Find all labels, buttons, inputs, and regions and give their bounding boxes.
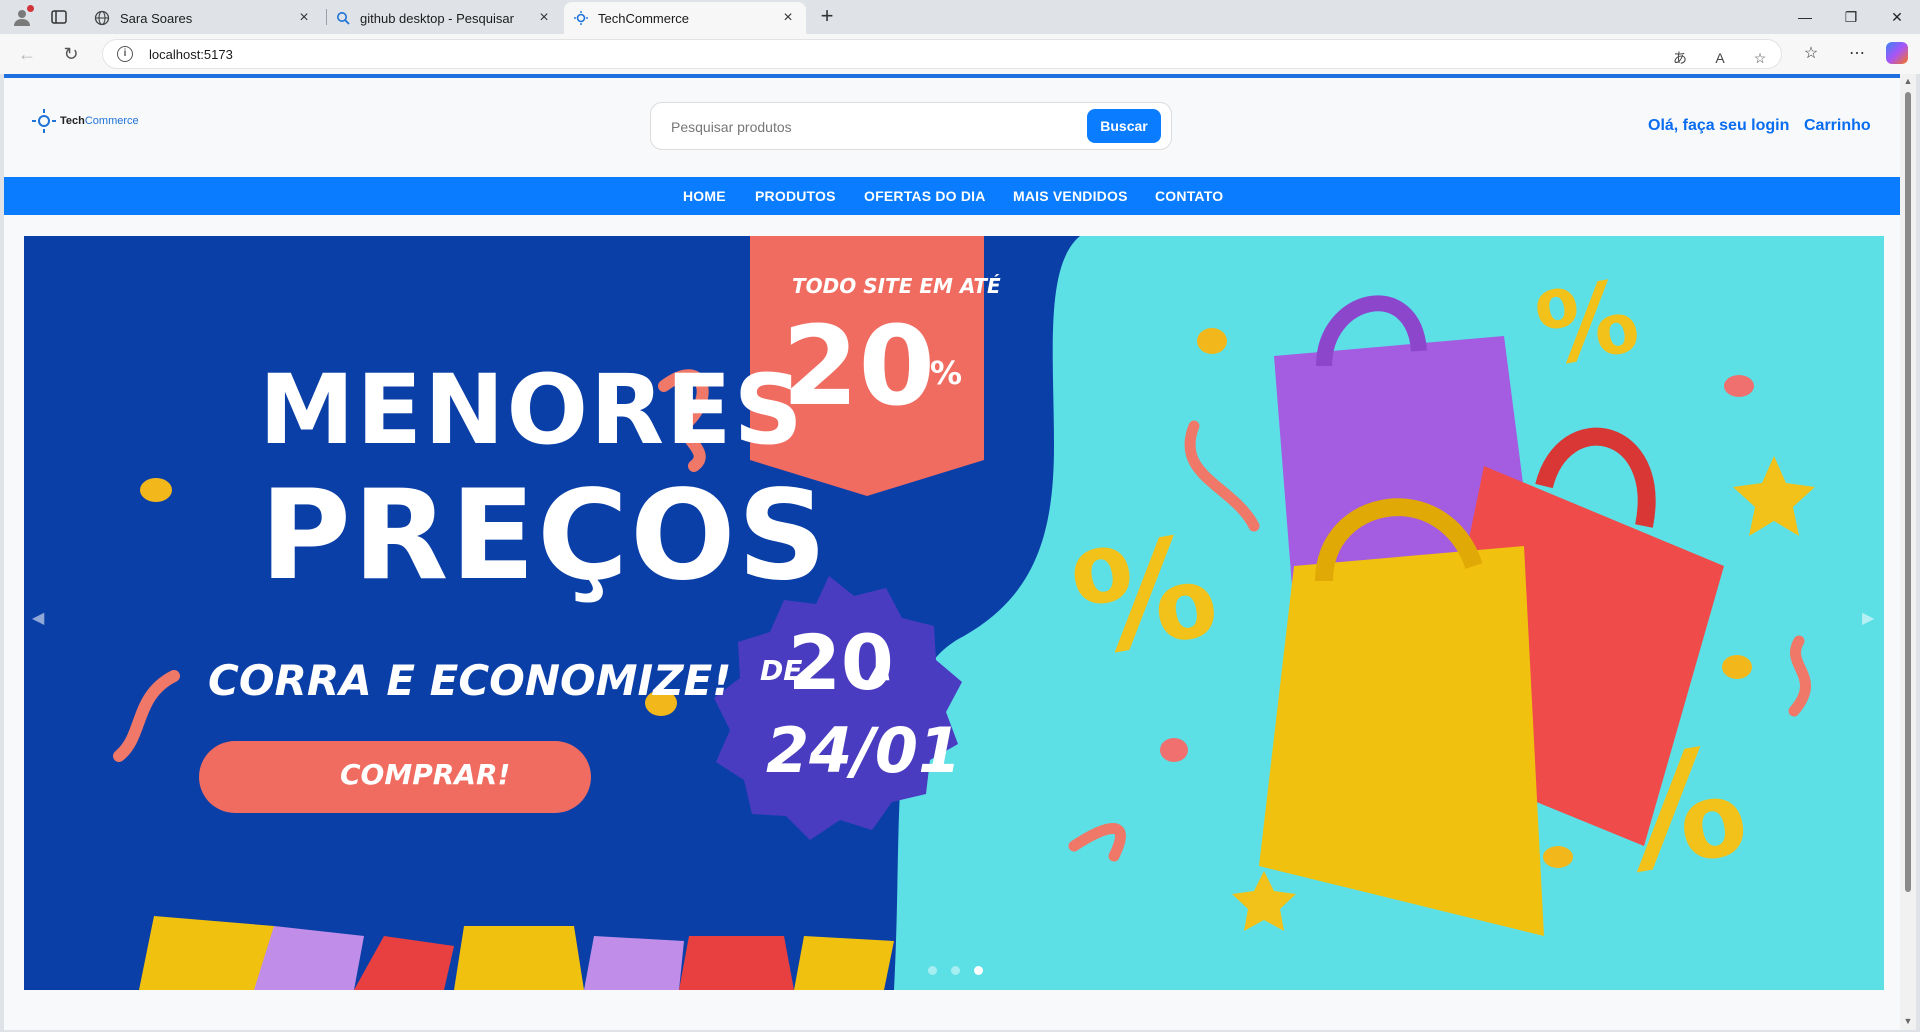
comprar-button[interactable]: COMPRAR! <box>340 758 510 791</box>
globe-icon <box>94 10 110 26</box>
main-navigation: HOME PRODUTOS OFERTAS DO DIA MAIS VENDID… <box>4 177 1900 215</box>
loading-bar <box>4 74 1900 78</box>
url-input[interactable]: i localhost:5173 あ A ☆ <box>102 39 1782 69</box>
carousel-dot-2[interactable] <box>951 966 960 975</box>
page-scrollbar[interactable]: ▲ ▼ <box>1900 74 1916 1030</box>
tab-title: TechCommerce <box>598 10 690 26</box>
nav-produtos[interactable]: PRODUTOS <box>755 188 836 204</box>
banner-artwork: % % % <box>24 236 1815 990</box>
badge-date: 24/01 <box>766 714 962 787</box>
cart-link[interactable]: Carrinho <box>1804 117 1871 135</box>
close-window-button[interactable]: ✕ <box>1874 4 1920 30</box>
banner-line-menores: MENORES <box>259 354 805 466</box>
favorite-star-icon[interactable]: ☆ <box>1749 48 1771 68</box>
promo-carousel[interactable]: % % % MENORES PREÇOS CORRA E ECONOMIZE! … <box>24 236 1884 990</box>
tab-techcommerce[interactable]: TechCommerce × <box>564 2 806 34</box>
ribbon-percent: % <box>930 354 963 392</box>
carousel-prev-icon[interactable]: ◀ <box>32 608 44 628</box>
profile-avatar[interactable] <box>10 5 34 29</box>
favorites-icon[interactable]: ☆ <box>1800 43 1822 65</box>
svg-text:%: % <box>1528 257 1647 390</box>
copilot-icon[interactable] <box>1886 42 1908 64</box>
nav-contato[interactable]: CONTATO <box>1155 188 1223 204</box>
search-button[interactable]: Buscar <box>1087 109 1161 143</box>
tab-actions-icon[interactable] <box>50 8 68 26</box>
refresh-icon[interactable]: ↻ <box>60 43 82 65</box>
search-icon <box>337 12 350 25</box>
logo-text: TechCommerce <box>60 115 139 127</box>
tab-title: Sara Soares <box>120 10 193 26</box>
nav-ofertas-do-dia[interactable]: OFERTAS DO DIA <box>864 188 986 204</box>
banner-line-corra: CORRA E ECONOMIZE! <box>208 656 732 705</box>
nav-home[interactable]: HOME <box>683 188 726 204</box>
site-info-icon[interactable]: i <box>117 46 133 62</box>
techcommerce-favicon <box>574 11 588 25</box>
nav-mais-vendidos[interactable]: MAIS VENDIDOS <box>1013 188 1128 204</box>
ribbon-value: 20 <box>782 302 936 430</box>
read-aloud-icon[interactable]: A <box>1709 48 1731 68</box>
restore-button[interactable]: ❐ <box>1828 4 1874 30</box>
scroll-down-icon[interactable]: ▼ <box>1903 1016 1913 1026</box>
browser-tab-bar: Sara Soares × github desktop - Pesquisar… <box>0 0 1920 34</box>
new-tab-button[interactable]: + <box>814 4 840 30</box>
tab-divider <box>326 9 327 25</box>
address-bar-row: ← ↻ i localhost:5173 あ A ☆ ☆ ⋯ <box>0 34 1920 74</box>
search-input[interactable]: Pesquisar produtos <box>671 119 792 135</box>
login-link[interactable]: Olá, faça seu login <box>1648 117 1789 135</box>
minimize-button[interactable]: — <box>1782 4 1828 30</box>
carousel-dot-3[interactable] <box>974 966 983 975</box>
notification-dot <box>27 5 34 12</box>
tab-title: github desktop - Pesquisar <box>360 10 514 26</box>
ribbon-caption: TODO SITE EM ATÉ <box>792 274 1001 298</box>
scrollbar-thumb[interactable] <box>1905 92 1911 892</box>
banner-line-precos: PREÇOS <box>260 464 829 608</box>
site-logo[interactable]: TechCommerce <box>32 109 151 133</box>
more-options-icon[interactable]: ⋯ <box>1846 43 1868 65</box>
tab-github-search[interactable]: github desktop - Pesquisar × <box>330 2 562 34</box>
carousel-indicators <box>928 966 983 975</box>
close-tab-icon[interactable]: × <box>536 10 552 26</box>
back-arrow-icon[interactable]: ← <box>16 43 38 65</box>
close-tab-icon[interactable]: × <box>780 10 796 26</box>
scroll-up-icon[interactable]: ▲ <box>1903 76 1913 86</box>
carousel-dot-1[interactable] <box>928 966 937 975</box>
tab-sara-soares[interactable]: Sara Soares × <box>86 2 322 34</box>
carousel-next-icon[interactable]: ▶ <box>1862 608 1874 628</box>
search-bar: Pesquisar produtos Buscar <box>650 102 1172 150</box>
badge-a: A <box>870 654 892 687</box>
url-text: localhost:5173 <box>149 47 233 62</box>
svg-text:%: % <box>1062 505 1228 690</box>
page-viewport: TechCommerce Pesquisar produtos Buscar O… <box>4 74 1900 1030</box>
close-tab-icon[interactable]: × <box>296 10 312 26</box>
translate-icon[interactable]: あ <box>1669 48 1691 68</box>
logo-icon <box>32 109 56 133</box>
